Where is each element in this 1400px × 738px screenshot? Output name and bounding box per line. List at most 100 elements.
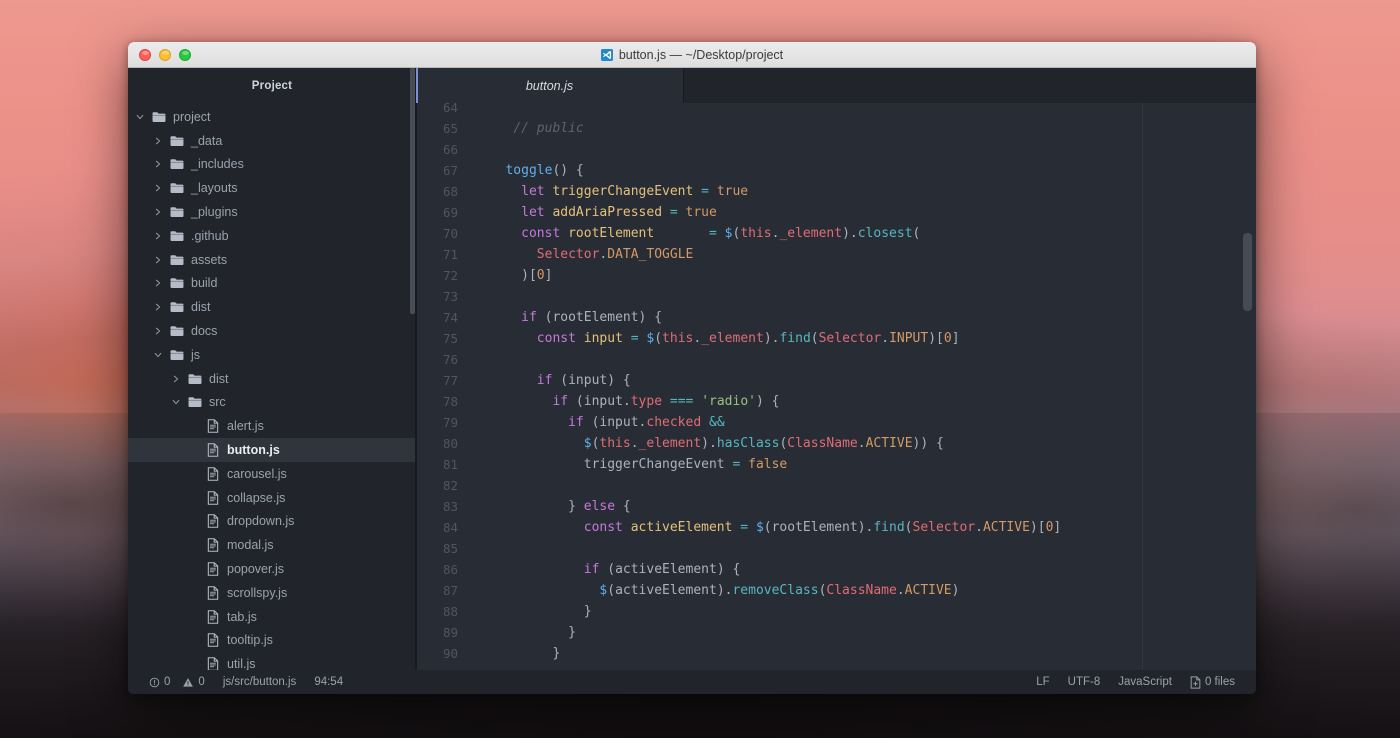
status-encoding[interactable]: UTF-8 — [1059, 670, 1110, 694]
tree-item-collapse-js[interactable]: collapse.js — [128, 486, 415, 510]
line-number: 86 — [416, 559, 474, 580]
code-line: 77 if (input) { — [416, 370, 1256, 391]
tree-item-js[interactable]: js — [128, 343, 415, 367]
sidebar-scrollbar-thumb[interactable] — [410, 68, 415, 314]
status-eol[interactable]: LF — [1027, 670, 1058, 694]
tree-item-assets[interactable]: assets — [128, 248, 415, 272]
tree-item-tooltip-js[interactable]: tooltip.js — [128, 629, 415, 653]
editor-scrollbar-thumb[interactable] — [1243, 233, 1252, 311]
chevron-right-icon[interactable] — [154, 137, 168, 145]
line-number: 81 — [416, 454, 474, 475]
tree-item-plugins[interactable]: _plugins — [128, 200, 415, 224]
tab-button-js[interactable]: button.js — [416, 68, 684, 103]
status-cursor-position[interactable]: 94:54 — [305, 670, 352, 694]
tree-item-label: tab.js — [222, 610, 257, 624]
tree-item-tab-js[interactable]: tab.js — [128, 605, 415, 629]
maximize-window-button[interactable] — [179, 49, 191, 61]
line-number: 65 — [416, 118, 474, 139]
tree-item-layouts[interactable]: _layouts — [128, 176, 415, 200]
chevron-right-icon[interactable] — [154, 279, 168, 287]
tree-item-data[interactable]: _data — [128, 129, 415, 153]
line-number: 85 — [416, 538, 474, 559]
line-number: 82 — [416, 475, 474, 496]
chevron-down-icon[interactable] — [154, 351, 168, 359]
folder-icon — [168, 325, 186, 337]
tree-item-popover-js[interactable]: popover.js — [128, 557, 415, 581]
file-tree[interactable]: project_data _includes _layouts_plugins .gi… — [128, 103, 416, 670]
chevron-down-icon[interactable] — [136, 113, 150, 121]
chevron-right-icon[interactable] — [154, 303, 168, 311]
tree-item-label: assets — [186, 253, 227, 267]
tree-item-includes[interactable]: _includes — [128, 153, 415, 177]
tree-item-label: docs — [186, 324, 217, 338]
tree-item-util-js[interactable]: util.js — [128, 652, 415, 670]
error-circle-icon — [149, 677, 160, 688]
status-files[interactable]: 0 files — [1181, 670, 1244, 694]
file-icon — [204, 443, 222, 457]
editor-tabbar: button.js — [416, 68, 1256, 103]
code-editor[interactable]: 6465 // public6667 toggle() {68 let trig… — [416, 103, 1256, 670]
folder-icon — [168, 301, 186, 313]
tree-item-dist[interactable]: dist — [128, 367, 415, 391]
tree-item-docs[interactable]: docs — [128, 319, 415, 343]
status-language-mode[interactable]: JavaScript — [1109, 670, 1181, 694]
tree-item-label: _includes — [186, 157, 244, 171]
code-line: 72 )[0] — [416, 265, 1256, 286]
chevron-right-icon[interactable] — [154, 232, 168, 240]
line-number: 67 — [416, 160, 474, 181]
code-line-text: } — [474, 622, 576, 643]
code-line-text: const rootElement = $(this._element).clo… — [474, 223, 920, 244]
tree-item-modal-js[interactable]: modal.js — [128, 533, 415, 557]
warning-count: 0 — [198, 670, 204, 694]
window-titlebar[interactable]: button.js — ~/Desktop/project — [128, 42, 1256, 68]
editor-pane: button.js 6465 // public6667 toggle() {6… — [416, 68, 1256, 670]
tree-item-label: dist — [204, 372, 228, 386]
code-line-text: $(activeElement).removeClass(ClassName.A… — [474, 580, 959, 601]
tree-item-button-js[interactable]: button.js — [128, 438, 415, 462]
line-number: 66 — [416, 139, 474, 160]
tree-item-scrollspy-js[interactable]: scrollspy.js — [128, 581, 415, 605]
code-line-text: )[0] — [474, 265, 552, 286]
code-line: 76 — [416, 349, 1256, 370]
tree-item-label: .github — [186, 229, 229, 243]
tree-item-github[interactable]: .github — [128, 224, 415, 248]
line-number: 68 — [416, 181, 474, 202]
tree-item-carousel-js[interactable]: carousel.js — [128, 462, 415, 486]
code-line: 88 } — [416, 601, 1256, 622]
tree-item-alert-js[interactable]: alert.js — [128, 414, 415, 438]
chevron-right-icon[interactable] — [172, 375, 186, 383]
tabbar-empty-space — [684, 68, 1256, 103]
chevron-right-icon[interactable] — [154, 327, 168, 335]
folder-icon — [186, 373, 204, 385]
tree-item-src[interactable]: src — [128, 391, 415, 415]
status-problems[interactable]: 0 0 — [140, 670, 214, 694]
code-line: 67 toggle() { — [416, 160, 1256, 181]
tree-item-label: scrollspy.js — [222, 586, 287, 600]
line-number: 76 — [416, 349, 474, 370]
tree-item-dist[interactable]: dist — [128, 295, 415, 319]
tree-item-project[interactable]: project — [128, 105, 415, 129]
code-line: 65 // public — [416, 118, 1256, 139]
code-line: 73 — [416, 286, 1256, 307]
code-line-text: let addAriaPressed = true — [474, 202, 717, 223]
tree-item-dropdown-js[interactable]: dropdown.js — [128, 510, 415, 534]
code-line: 81 triggerChangeEvent = false — [416, 454, 1256, 475]
status-file-path[interactable]: js/src/button.js — [214, 670, 306, 694]
chevron-down-icon[interactable] — [172, 398, 186, 406]
tree-item-label: tooltip.js — [222, 633, 273, 647]
file-icon — [204, 610, 222, 624]
error-count: 0 — [164, 670, 170, 694]
chevron-right-icon[interactable] — [154, 184, 168, 192]
editor-window: button.js — ~/Desktop/project Project pr… — [128, 42, 1256, 694]
chevron-right-icon[interactable] — [154, 160, 168, 168]
file-icon — [204, 467, 222, 481]
tree-item-build[interactable]: build — [128, 272, 415, 296]
close-window-button[interactable] — [139, 49, 151, 61]
chevron-right-icon[interactable] — [154, 208, 168, 216]
tree-item-label: dropdown.js — [222, 514, 294, 528]
chevron-right-icon[interactable] — [154, 256, 168, 264]
tab-label: button.js — [526, 79, 573, 93]
code-line-text: if (input) { — [474, 370, 631, 391]
folder-icon — [168, 230, 186, 242]
minimize-window-button[interactable] — [159, 49, 171, 61]
